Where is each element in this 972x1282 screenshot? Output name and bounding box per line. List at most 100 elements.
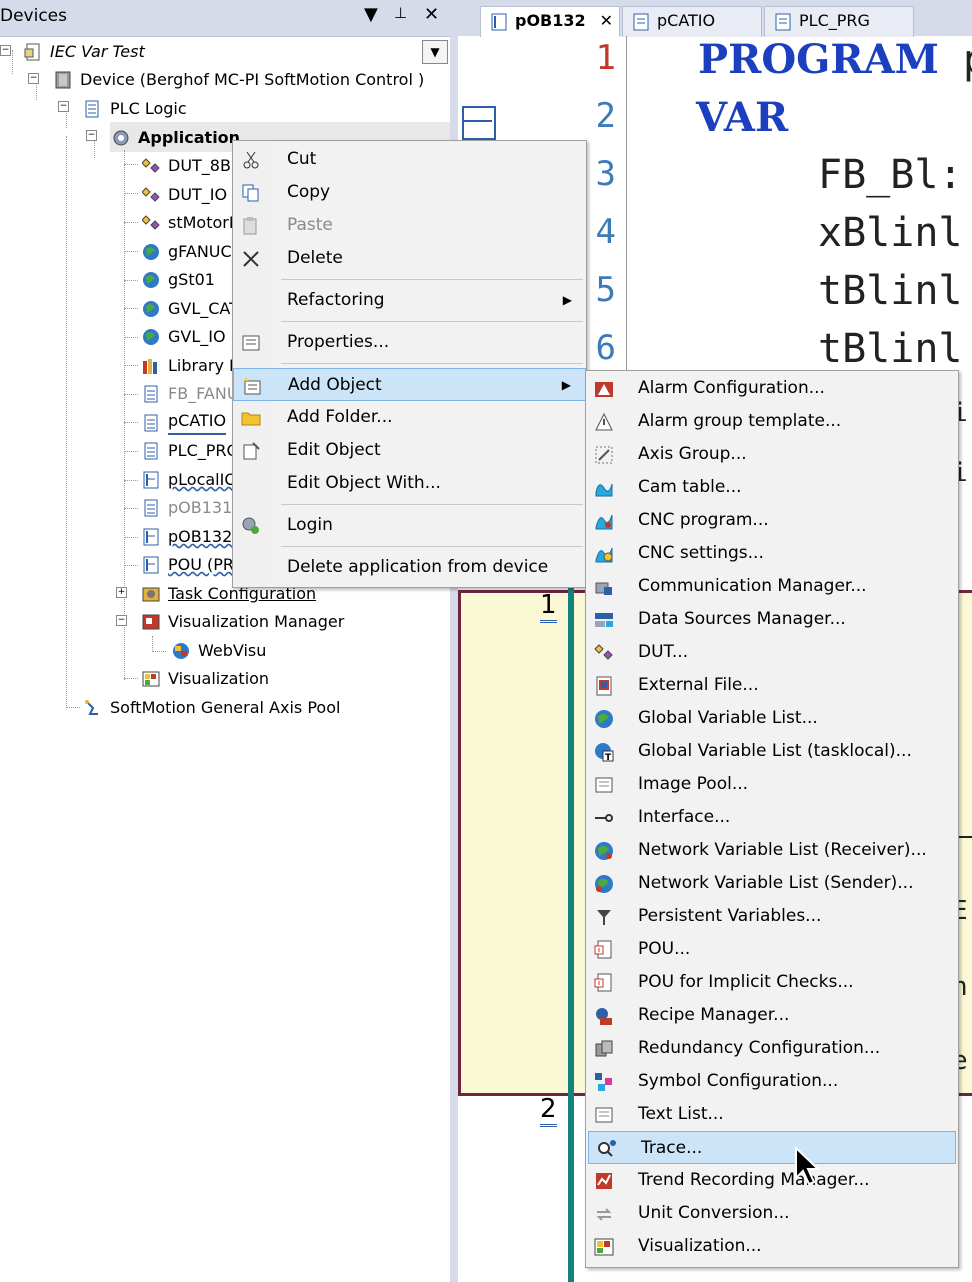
- line-number: 2: [595, 96, 616, 136]
- editor-tabstrip: pOB132 ✕ pCATIO PLC_PRG: [458, 0, 972, 37]
- menu-item-copy[interactable]: Copy: [233, 176, 586, 209]
- menu-item-data-sources-manager[interactable]: Data Sources Manager...: [586, 603, 958, 636]
- communication-manager-icon: [595, 582, 612, 595]
- menu-item-interface[interactable]: Interface...: [586, 801, 958, 834]
- axis-group-icon: [595, 446, 613, 464]
- tree-dropdown-button[interactable]: ▼: [422, 40, 448, 64]
- menu-item-alarm-configuration[interactable]: Alarm Configuration...: [586, 372, 958, 405]
- menu-item-nvl-sender[interactable]: Network Variable List (Sender)...: [586, 867, 958, 900]
- menu-item-delete[interactable]: Delete: [233, 242, 586, 275]
- cam-table-icon: [595, 483, 613, 497]
- menu-item-global-variable-list-tasklocal[interactable]: T Global Variable List (tasklocal)...: [586, 735, 958, 768]
- menu-item-communication-manager[interactable]: Communication Manager...: [586, 570, 958, 603]
- context-menu: Cut Copy Paste Delete Refactoring ▶ Prop…: [232, 140, 587, 588]
- code-line-5[interactable]: tBlinl: [818, 268, 963, 314]
- login-icon: [242, 517, 259, 534]
- menu-item-login[interactable]: Login: [233, 509, 586, 542]
- pou-doc-icon: [775, 13, 791, 31]
- pou-doc-icon: [144, 414, 158, 432]
- menu-item-external-file[interactable]: External File...: [586, 669, 958, 702]
- application-gear-icon: [113, 130, 129, 146]
- pin-icon[interactable]: ⊥: [394, 4, 407, 22]
- network-number: 2: [540, 1094, 557, 1127]
- menu-item-paste[interactable]: Paste: [233, 209, 586, 242]
- menu-item-dut[interactable]: DUT...: [586, 636, 958, 669]
- menu-item-alarm-group-template[interactable]: Alarm group template...: [586, 405, 958, 438]
- keyword-program: PROGRAM: [698, 36, 939, 83]
- menu-item-image-pool[interactable]: Image Pool...: [586, 768, 958, 801]
- collapse-plc-logic-toggle[interactable]: −: [58, 101, 69, 112]
- plc-logic-icon: [85, 100, 99, 118]
- submenu-arrow-icon: ▶: [561, 378, 571, 392]
- menu-item-visualization[interactable]: Visualization...: [586, 1230, 958, 1263]
- pou-doc-icon: [144, 442, 158, 460]
- code-line-3[interactable]: FB_Bl:: [818, 152, 963, 198]
- unit-conversion-icon: [596, 1208, 612, 1221]
- collapse-region-icon[interactable]: [462, 106, 496, 140]
- trace-icon: [598, 1140, 616, 1157]
- alarm-group-icon: [595, 412, 613, 431]
- menu-item-persistent-variables[interactable]: Persistent Variables...: [586, 900, 958, 933]
- pane-dropdown-icon[interactable]: ▼: [364, 4, 378, 25]
- menu-item-text-list[interactable]: Text List...: [586, 1098, 958, 1131]
- menu-item-edit-object[interactable]: Edit Object: [233, 434, 586, 467]
- menu-item-cnc-program[interactable]: CNC program...: [586, 504, 958, 537]
- menu-item-add-object[interactable]: Add Object ▶: [233, 368, 586, 401]
- dut-icon: [142, 187, 160, 202]
- gvl-globe-icon: [595, 710, 613, 728]
- menu-item-cnc-settings[interactable]: CNC settings...: [586, 537, 958, 570]
- menu-item-trend-recording-manager[interactable]: Trend Recording Manager...: [586, 1164, 958, 1197]
- submenu-arrow-icon: ▶: [562, 293, 572, 307]
- tab-pob132[interactable]: pOB132 ✕: [480, 6, 620, 37]
- menu-item-axis-group[interactable]: Axis Group...: [586, 438, 958, 471]
- menu-item-redundancy-configuration[interactable]: Redundancy Configuration...: [586, 1032, 958, 1065]
- interface-icon: [595, 814, 613, 822]
- add-object-icon: [244, 377, 261, 395]
- code-line-2[interactable]: VAR: [696, 94, 788, 141]
- menu-item-cam-table[interactable]: Cam table...: [586, 471, 958, 504]
- tab-close-icon[interactable]: ✕: [600, 7, 613, 35]
- tab-plc-prg[interactable]: PLC_PRG: [764, 6, 914, 37]
- text-list-icon: [595, 1107, 613, 1123]
- menu-item-symbol-configuration[interactable]: Symbol Configuration...: [586, 1065, 958, 1098]
- menu-item-add-folder[interactable]: Add Folder...: [233, 401, 586, 434]
- menu-item-global-variable-list[interactable]: Global Variable List...: [586, 702, 958, 735]
- cut-icon: [243, 151, 259, 169]
- devices-title-bar: Devices ▼ ⊥ ✕: [0, 0, 452, 37]
- visu-manager-icon: [142, 614, 160, 630]
- collapse-device-toggle[interactable]: −: [28, 73, 39, 84]
- copy-icon: [242, 184, 259, 202]
- gvl-globe-icon: [143, 301, 159, 317]
- code-line-6[interactable]: tBlinl: [818, 326, 963, 372]
- menu-item-pou-implicit-checks[interactable]: POU for Implicit Checks...: [586, 966, 958, 999]
- devices-title: Devices: [0, 6, 67, 26]
- power-rail: [568, 580, 574, 1282]
- menu-item-pou[interactable]: POU...: [586, 933, 958, 966]
- expand-task-config-toggle[interactable]: +: [116, 587, 127, 598]
- menu-item-cut[interactable]: Cut: [233, 143, 586, 176]
- menu-item-unit-conversion[interactable]: Unit Conversion...: [586, 1197, 958, 1230]
- menu-item-trace[interactable]: Trace...: [588, 1131, 956, 1164]
- close-icon[interactable]: ✕: [424, 4, 439, 25]
- pou-doc-icon: [144, 499, 158, 517]
- tab-pcatio[interactable]: pCATIO: [622, 6, 762, 37]
- network-number: 1: [540, 590, 557, 623]
- code-line-4[interactable]: xBlinl: [818, 210, 963, 256]
- pou-doc-icon: [144, 385, 158, 403]
- gvl-globe-icon: [143, 272, 159, 288]
- menu-item-recipe-manager[interactable]: Recipe Manager...: [586, 999, 958, 1032]
- dut-icon: [142, 158, 160, 173]
- menu-item-refactoring[interactable]: Refactoring ▶: [233, 284, 586, 317]
- menu-item-delete-application[interactable]: Delete application from device: [233, 551, 586, 584]
- collapse-application-toggle[interactable]: −: [86, 130, 97, 141]
- collapse-project-toggle[interactable]: −: [0, 45, 11, 56]
- collapse-visu-manager-toggle[interactable]: −: [116, 615, 127, 626]
- pou-ladder-icon: [143, 528, 159, 546]
- image-pool-icon: [595, 777, 613, 793]
- recipe-manager-icon: [596, 1008, 612, 1025]
- code-line-1[interactable]: PROGRAM p(: [698, 36, 972, 83]
- menu-item-edit-object-with[interactable]: Edit Object With...: [233, 467, 586, 500]
- dut-icon: [594, 644, 613, 660]
- menu-item-properties[interactable]: Properties...: [233, 326, 586, 359]
- menu-item-nvl-receiver[interactable]: Network Variable List (Receiver)...: [586, 834, 958, 867]
